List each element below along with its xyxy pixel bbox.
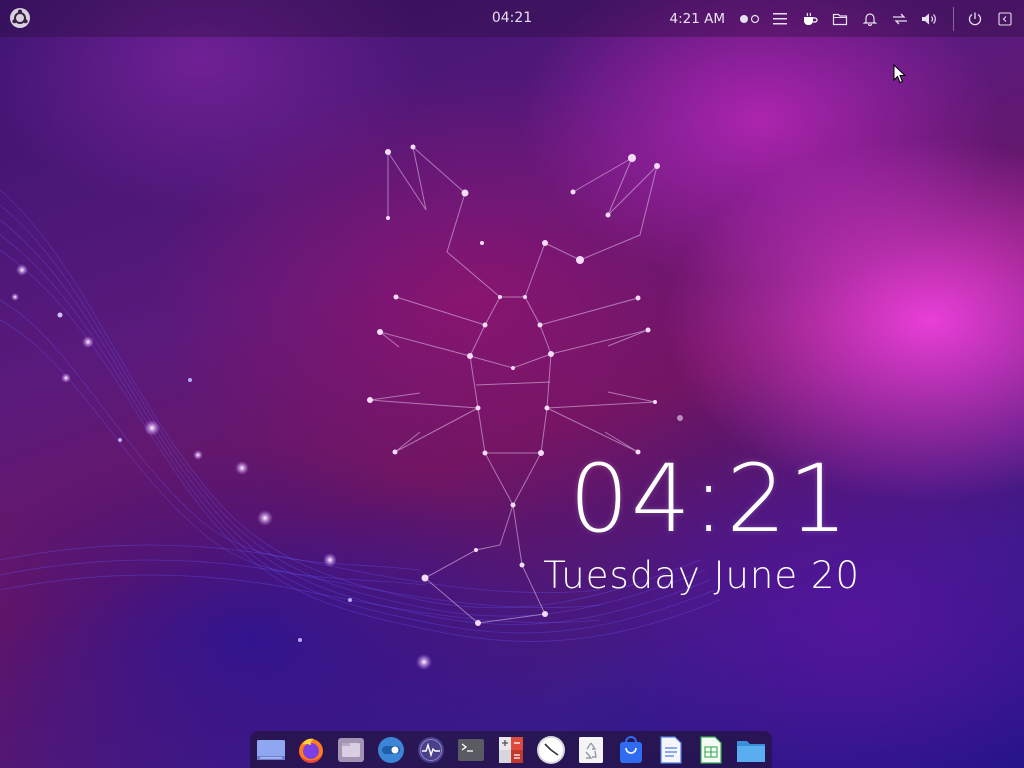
notification-bell-icon[interactable]	[857, 6, 883, 32]
tray-separator	[953, 6, 954, 31]
firefox-icon[interactable]	[295, 734, 327, 766]
workspace-switcher-icon[interactable]	[737, 6, 763, 32]
caffeine-cup-icon[interactable]	[797, 6, 823, 32]
network-arrows-icon[interactable]	[887, 6, 913, 32]
software-store-icon[interactable]	[615, 734, 647, 766]
show-desktop-icon[interactable]	[255, 734, 287, 766]
clock-app-icon[interactable]	[535, 734, 567, 766]
volume-icon[interactable]	[917, 6, 943, 32]
desktop-clock-widget: 04:21 Tuesday June 20	[520, 448, 870, 600]
spreadsheet-icon[interactable]	[695, 734, 727, 766]
clock-widget-time: 04:21	[569, 445, 850, 554]
system-monitor-icon[interactable]	[415, 734, 447, 766]
menu-list-icon[interactable]	[767, 6, 793, 32]
clock-widget-date: Tuesday June 20	[543, 554, 860, 597]
folder-icon[interactable]	[735, 734, 767, 766]
sidebar-toggle-icon[interactable]	[992, 6, 1018, 32]
dock	[250, 731, 772, 768]
mouse-cursor	[893, 64, 907, 84]
calculator-icon[interactable]	[495, 734, 527, 766]
power-icon[interactable]	[962, 6, 988, 32]
files-folder-icon[interactable]	[827, 6, 853, 32]
terminal-icon[interactable]	[455, 734, 487, 766]
files-manager-icon[interactable]	[335, 734, 367, 766]
desktop-wallpaper	[0, 0, 1024, 768]
document-writer-icon[interactable]	[655, 734, 687, 766]
wallpaper-art	[0, 144, 721, 670]
tray-clock[interactable]: 4:21 AM	[670, 11, 726, 27]
recycle-bin-icon[interactable]	[575, 734, 607, 766]
top-panel: 04:21 4:21 AM	[0, 0, 1024, 37]
system-tray: 4:21 AM	[670, 0, 1024, 37]
ubuntu-budgie-logo-icon[interactable]	[9, 7, 31, 29]
toggle-settings-icon[interactable]	[375, 734, 407, 766]
